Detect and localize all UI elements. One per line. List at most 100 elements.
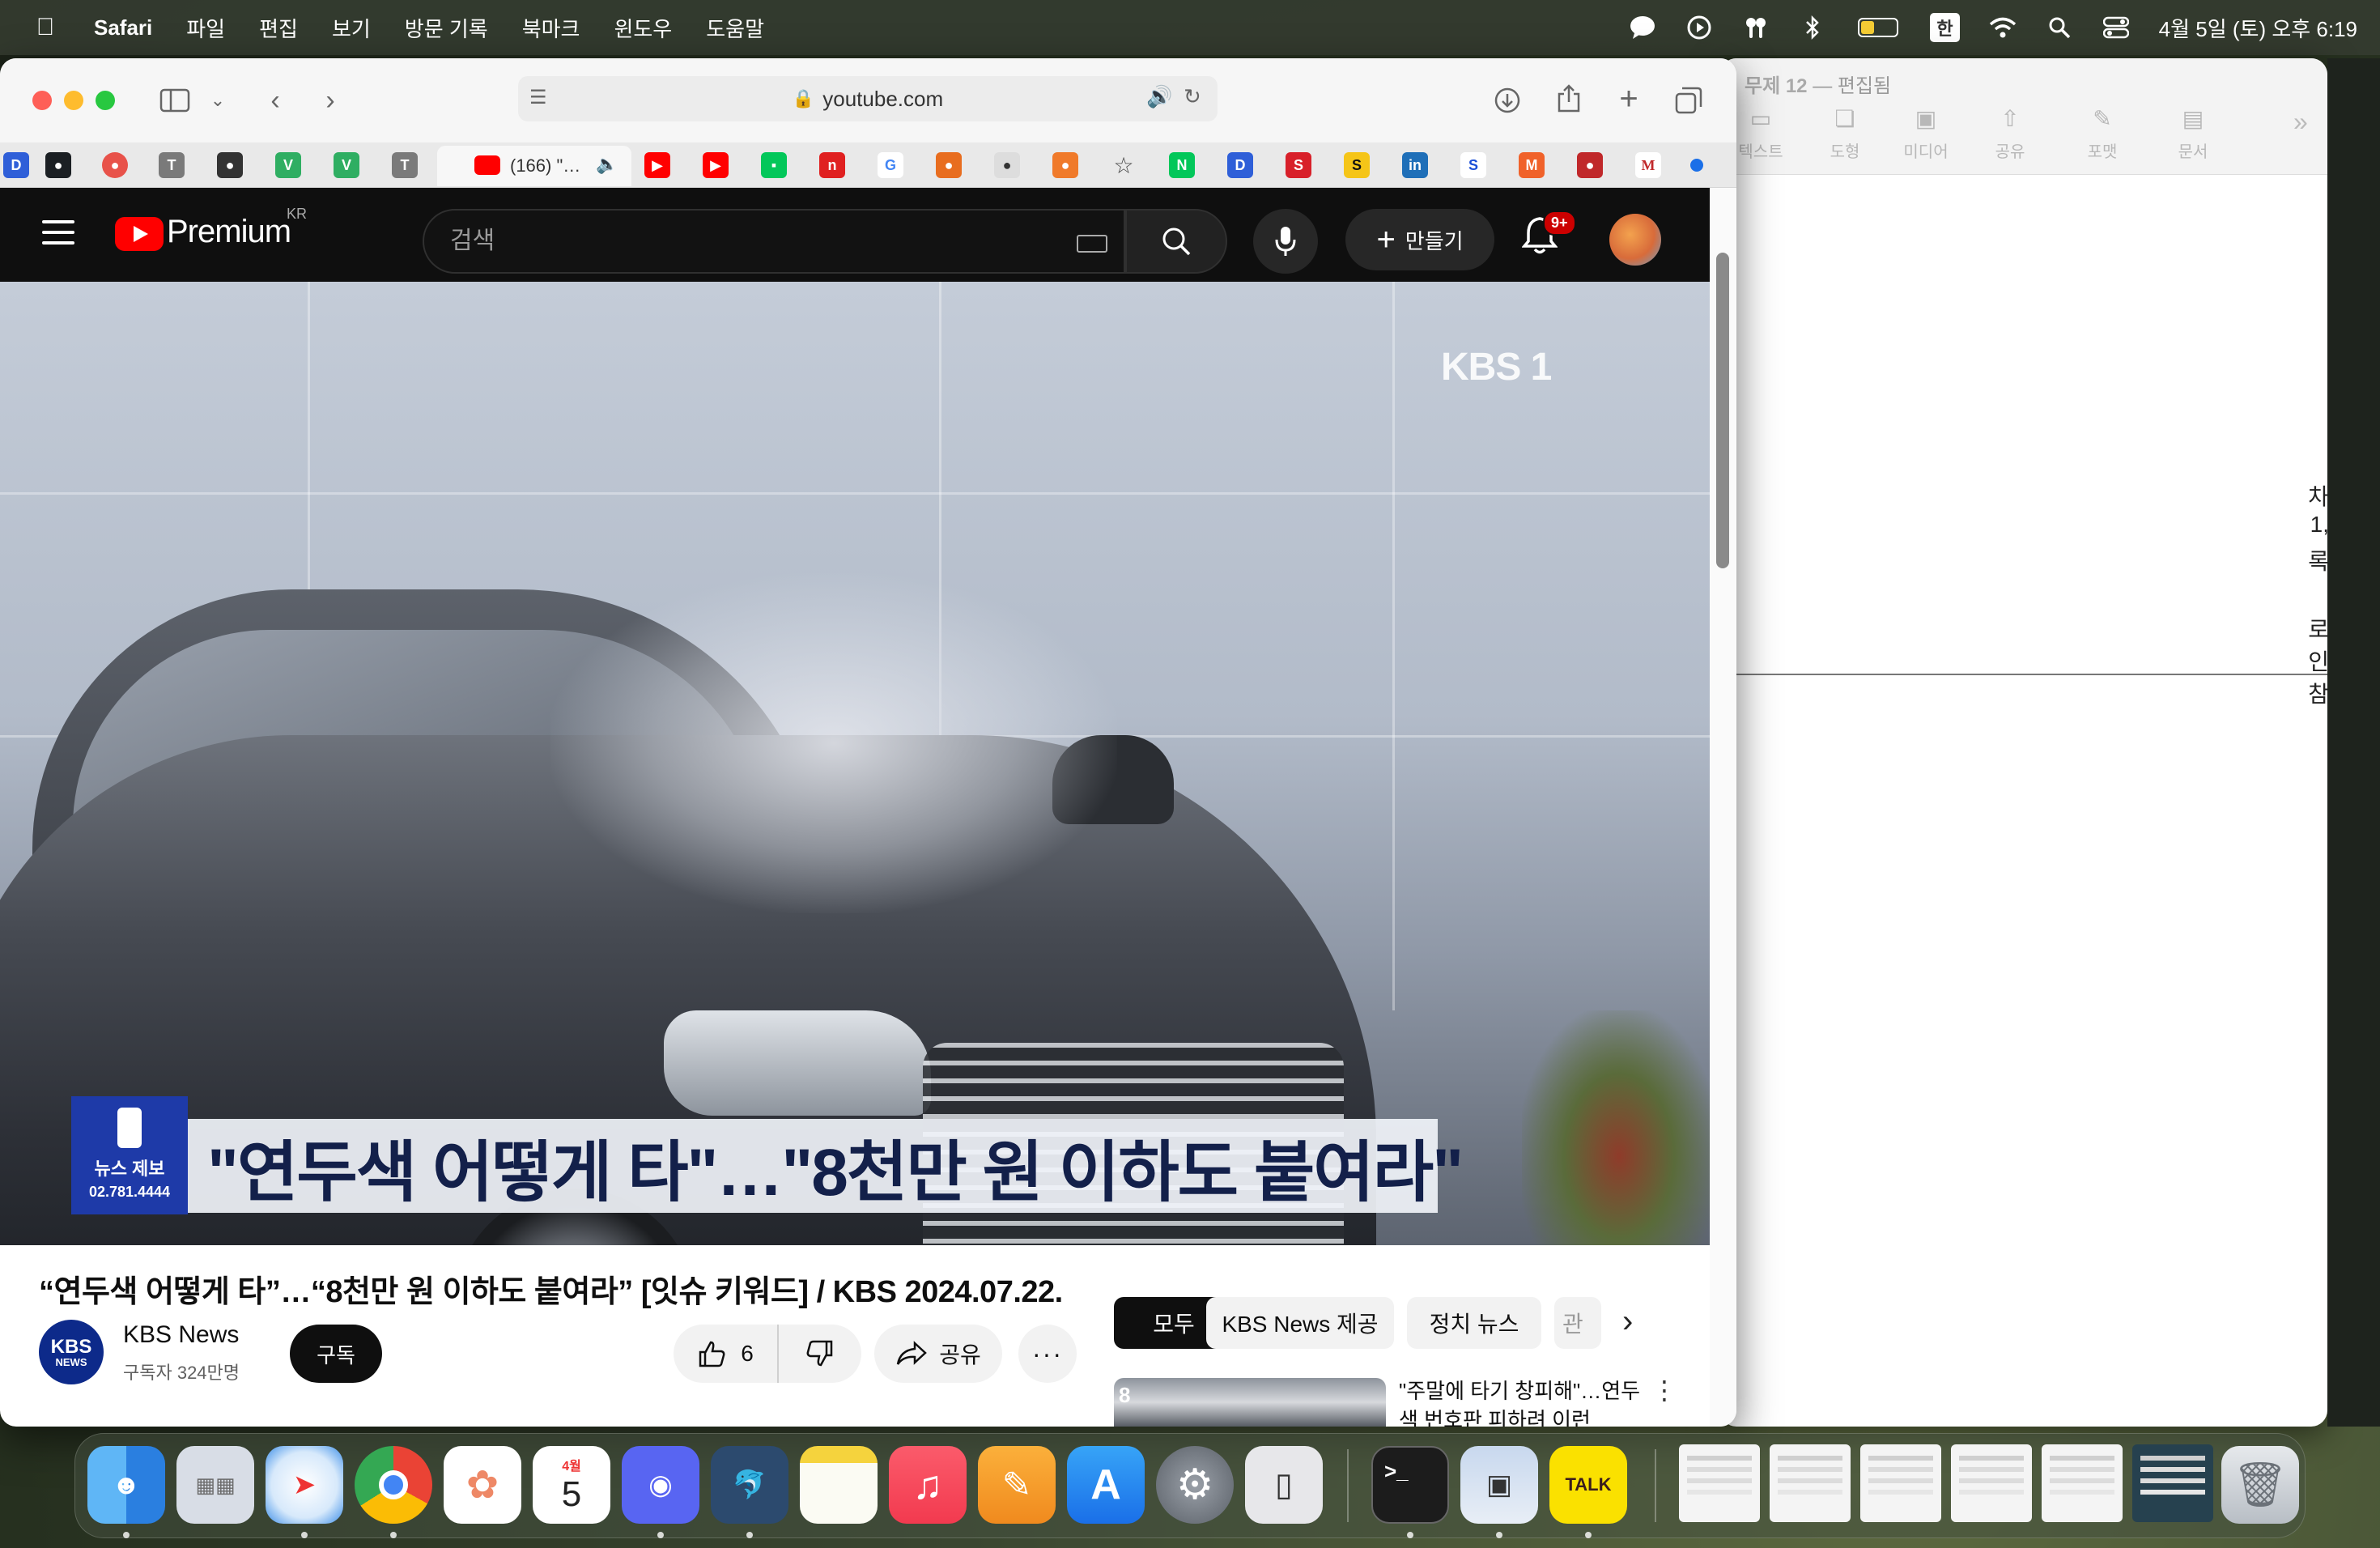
hamburger-menu-icon[interactable] — [42, 220, 74, 245]
chip-kbs-news[interactable]: KBS News 제공 — [1206, 1297, 1394, 1349]
search-input[interactable] — [424, 211, 1124, 272]
dislike-button[interactable] — [779, 1325, 861, 1383]
sidebar-toggle-icon[interactable] — [157, 83, 193, 118]
favorite-tab[interactable]: ● — [45, 152, 71, 178]
minimized-window-thumbnail[interactable] — [2132, 1444, 2213, 1522]
reload-icon[interactable]: ↻ — [1184, 84, 1201, 109]
menu-bookmarks[interactable]: 북마크 — [522, 13, 580, 43]
menu-history[interactable]: 방문 기록 — [405, 13, 488, 43]
favorite-tab[interactable]: G — [878, 152, 903, 178]
favorite-tab[interactable]: ● — [217, 152, 243, 178]
recommended-video-title[interactable]: "주말에 타기 창피해"…연두색 번호판 피하려 이런 — [1399, 1376, 1642, 1427]
terminal-icon[interactable]: >_ — [1371, 1446, 1449, 1524]
input-source-badge[interactable]: 한 — [1930, 13, 1960, 42]
tool-text[interactable]: ▭ 텍스트 — [1728, 105, 1793, 162]
tool-format[interactable]: ✎ 포맷 — [2070, 105, 2135, 162]
favorite-tab[interactable]: ● — [994, 152, 1020, 178]
menu-clock[interactable]: 4월 5일 (토) 오후 6:19 — [2159, 13, 2357, 43]
battery-icon[interactable] — [1855, 14, 1901, 41]
apple-menu-icon[interactable]:  — [29, 14, 62, 41]
speaker-icon[interactable]: 🔊 — [1146, 84, 1172, 109]
back-icon[interactable]: ‹ — [259, 83, 291, 118]
download-icon[interactable] — [1490, 83, 1525, 118]
chip-politics[interactable]: 정치 뉴스 — [1407, 1297, 1541, 1349]
control-center-icon[interactable] — [2102, 14, 2130, 41]
spotlight-search-icon[interactable] — [2046, 14, 2073, 41]
close-window-button[interactable] — [32, 91, 52, 110]
discord-icon[interactable]: ◉ — [622, 1446, 699, 1524]
tab-overview-icon[interactable] — [1671, 83, 1706, 118]
favorite-tab[interactable]: ● — [1052, 152, 1078, 178]
calendar-icon[interactable]: 4월 5 — [533, 1446, 610, 1524]
favorite-tab[interactable]: D — [3, 152, 29, 178]
messages-icon[interactable] — [1629, 14, 1656, 41]
favorite-tab[interactable]: V — [334, 152, 359, 178]
app-store-icon[interactable]: A — [1067, 1446, 1145, 1524]
music-icon[interactable]: ♫ — [889, 1446, 967, 1524]
voice-search-button[interactable] — [1253, 209, 1318, 274]
tool-document[interactable]: ▤ 문서 — [2161, 105, 2225, 162]
youtube-premium-wordmark[interactable]: Premium — [167, 214, 291, 250]
channel-name[interactable]: KBS News — [123, 1321, 239, 1349]
chrome-icon[interactable] — [355, 1446, 432, 1524]
favorite-tab[interactable]: M — [1519, 152, 1545, 178]
favorite-tab[interactable]: T — [159, 152, 185, 178]
create-button[interactable]: + 만들기 — [1345, 209, 1494, 270]
preview-icon[interactable]: ▣ — [1460, 1446, 1538, 1524]
favorite-tab[interactable]: S — [1286, 152, 1311, 178]
url-text[interactable]: youtube.com — [822, 87, 943, 112]
minimized-window-thumbnail[interactable] — [1951, 1444, 2032, 1522]
tool-shape[interactable]: ❏ 도형 — [1813, 105, 1877, 162]
search-button[interactable] — [1125, 209, 1227, 274]
overflow-chevron-icon[interactable]: » — [2293, 107, 2308, 137]
tab-speaker-icon[interactable]: 🔈 — [596, 154, 618, 175]
bluetooth-icon[interactable] — [1799, 14, 1826, 41]
menu-app-name[interactable]: Safari — [94, 15, 152, 40]
safari-window[interactable]: ⌄ ‹ › ☰ 🔒 youtube.com 🔊 ↻ + D ● ● T ● V … — [0, 58, 1736, 1427]
airpods-icon[interactable] — [1742, 14, 1770, 41]
recommended-video-thumbnail[interactable]: 8 — [1114, 1378, 1386, 1427]
active-tab[interactable]: (166) "… 🔈 — [437, 146, 631, 186]
safari-icon[interactable]: ➤ — [266, 1446, 343, 1524]
tool-media[interactable]: ▣ 미디어 — [1893, 105, 1958, 162]
favorite-tab[interactable]: in — [1402, 152, 1428, 178]
favorite-tab[interactable]: S — [1460, 152, 1486, 178]
trash-icon[interactable]: 🗑 — [2221, 1446, 2299, 1524]
share-button[interactable]: 공유 — [874, 1325, 1002, 1383]
chevron-down-icon[interactable]: ⌄ — [206, 86, 230, 115]
favorite-tab[interactable]: ☆ — [1111, 152, 1137, 178]
favorite-tab[interactable]: ▶ — [644, 152, 670, 178]
favorite-tab[interactable]: ● — [1577, 152, 1603, 178]
like-button[interactable]: 6 — [674, 1325, 779, 1383]
kakaotalk-icon[interactable]: TALK — [1549, 1446, 1627, 1524]
minimized-window-thumbnail[interactable] — [1679, 1444, 1760, 1522]
favorite-tab[interactable]: V — [275, 152, 301, 178]
launchpad-icon[interactable]: ▦▦ — [176, 1446, 254, 1524]
favorite-tab[interactable]: ● — [936, 152, 962, 178]
minimize-window-button[interactable] — [64, 91, 83, 110]
minimized-window-thumbnail[interactable] — [1770, 1444, 1851, 1522]
account-avatar[interactable] — [1609, 214, 1661, 266]
favorite-tab[interactable]: M — [1635, 152, 1661, 178]
forward-icon[interactable]: › — [314, 83, 346, 118]
menu-help[interactable]: 도움말 — [706, 13, 764, 43]
virtual-keyboard-icon[interactable] — [1077, 235, 1107, 253]
zoom-window-button[interactable] — [96, 91, 115, 110]
system-settings-icon[interactable]: ⚙ — [1156, 1446, 1234, 1524]
page-menu-icon[interactable]: ☰ — [529, 86, 547, 109]
finder-icon[interactable]: ☻ — [87, 1446, 165, 1524]
favorite-tab[interactable]: S — [1344, 152, 1370, 178]
channel-avatar[interactable]: KBS NEWS — [39, 1320, 104, 1384]
chip-partial[interactable]: 관 — [1554, 1297, 1601, 1349]
favorite-tab[interactable]: ● — [102, 152, 128, 178]
wifi-icon[interactable] — [1989, 14, 2017, 41]
mysql-workbench-icon[interactable]: 🐬 — [711, 1446, 788, 1524]
share-icon[interactable] — [1551, 81, 1587, 117]
menu-view[interactable]: 보기 — [332, 13, 371, 43]
pages-icon[interactable]: ✎ — [978, 1446, 1056, 1524]
search-box[interactable] — [423, 209, 1125, 274]
favorite-tab[interactable]: ▶ — [703, 152, 729, 178]
scrollbar-thumb[interactable] — [1716, 253, 1729, 568]
favorite-tab[interactable]: T — [392, 152, 418, 178]
subscribe-button[interactable]: 구독 — [290, 1325, 382, 1383]
